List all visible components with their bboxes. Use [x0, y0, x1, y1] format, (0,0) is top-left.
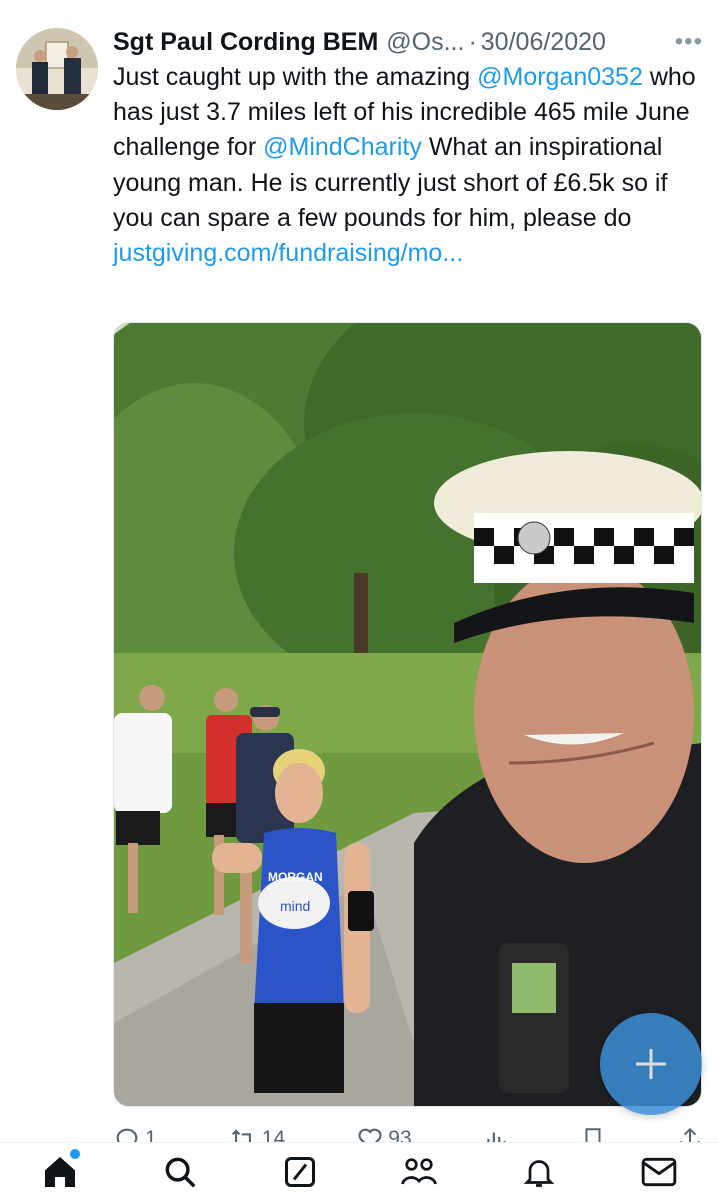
tweet-photo[interactable]: MORGAN mind — [113, 322, 702, 1107]
nav-home[interactable] — [30, 1143, 90, 1201]
author-handle[interactable]: @Os... — [386, 26, 464, 58]
vest-logo-text: mind — [280, 898, 310, 914]
url-link[interactable]: justgiving.com/fundraising/mo... — [113, 239, 463, 267]
tweet-header: Sgt Paul Cording BEM @Os... · 30/06/2020… — [113, 26, 703, 60]
bottom-navigation — [0, 1142, 719, 1201]
separator-dot: · — [468, 28, 477, 56]
tweet-text: Just caught up with the amazing @Morgan0… — [113, 60, 703, 271]
bell-icon — [523, 1160, 555, 1187]
tweet-text-segment: Just caught up with the amazing — [113, 63, 478, 91]
envelope-icon — [641, 1157, 677, 1187]
nav-communities[interactable] — [389, 1143, 449, 1201]
author-avatar[interactable] — [16, 28, 98, 110]
nav-search[interactable] — [150, 1143, 210, 1201]
notification-dot — [69, 1149, 80, 1159]
search-icon — [165, 1157, 196, 1188]
vest-text: MORGAN — [268, 870, 323, 884]
author-name[interactable]: Sgt Paul Cording BEM — [113, 26, 378, 58]
nav-grok[interactable] — [270, 1143, 330, 1201]
tweet-date[interactable]: 30/06/2020 — [481, 26, 606, 58]
nav-messages[interactable] — [629, 1143, 689, 1201]
mention-link[interactable]: @MindCharity — [263, 133, 422, 161]
mention-link[interactable]: @Morgan0352 — [477, 63, 643, 91]
compose-button[interactable] — [600, 1013, 702, 1115]
grok-icon — [284, 1157, 315, 1187]
more-options-icon[interactable]: ••• — [675, 26, 703, 58]
plus-icon — [636, 1049, 666, 1079]
communities-icon — [401, 1158, 438, 1185]
nav-notifications[interactable] — [509, 1143, 569, 1201]
